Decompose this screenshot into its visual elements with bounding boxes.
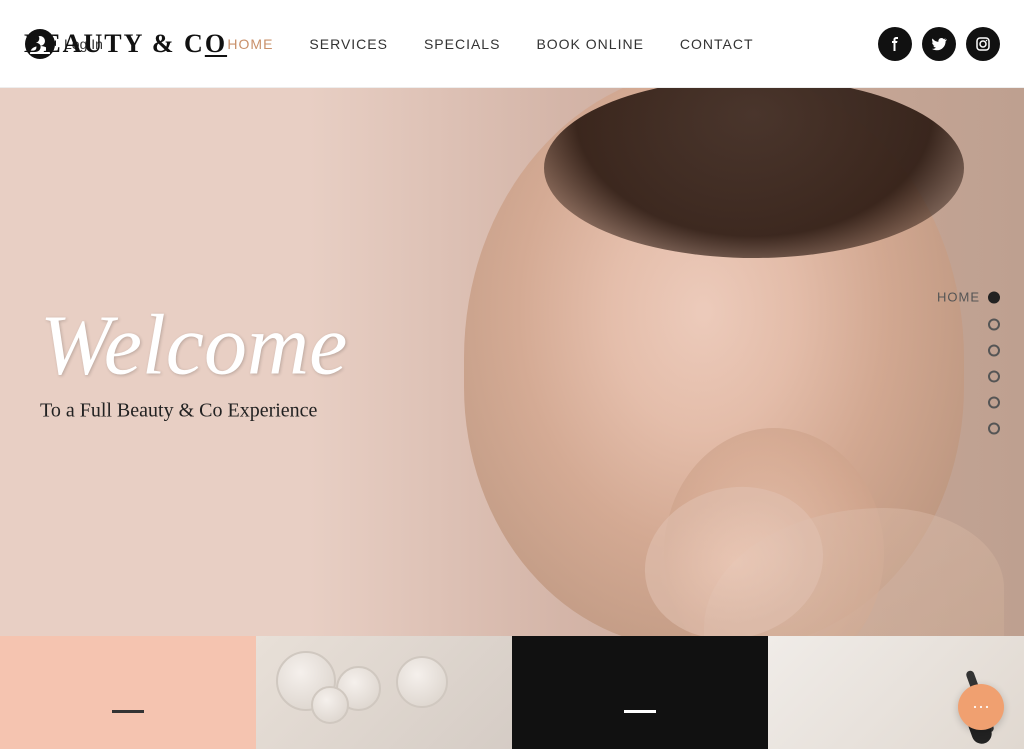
nav-contact[interactable]: CONTACT [680, 36, 754, 52]
stone-4 [311, 686, 349, 724]
hero-image [324, 88, 1024, 636]
facebook-icon[interactable] [878, 27, 912, 61]
side-dot-2[interactable] [988, 319, 1000, 331]
side-nav-home[interactable]: HOME [937, 290, 1000, 305]
chat-icon: ··· [972, 697, 990, 718]
strip-dash-1 [112, 710, 144, 713]
bottom-strip [0, 636, 1024, 749]
side-navigation: HOME [937, 290, 1000, 435]
main-nav: HOME SERVICES SPECIALS BOOK ONLINE CONTA… [227, 36, 753, 52]
strip-cell-1[interactable] [0, 636, 256, 749]
strip-dash-3 [624, 710, 656, 713]
side-nav-dot-5[interactable] [988, 397, 1000, 409]
side-dot-4[interactable] [988, 371, 1000, 383]
strip-cell-3[interactable] [512, 636, 768, 749]
hero-section: Welcome To a Full Beauty & Co Experience… [0, 88, 1024, 636]
side-nav-dot-2[interactable] [988, 319, 1000, 331]
instagram-icon[interactable] [966, 27, 1000, 61]
side-nav-dot-4[interactable] [988, 371, 1000, 383]
social-icons [878, 27, 1000, 61]
logo[interactable]: BEAUTY & Co [24, 29, 227, 59]
stone-3 [396, 656, 448, 708]
nav-specials[interactable]: SPECIALS [424, 36, 500, 52]
side-nav-dot-6[interactable] [988, 423, 1000, 435]
side-dot-3[interactable] [988, 345, 1000, 357]
nav-services[interactable]: SERVICES [309, 36, 388, 52]
logo-co: o [205, 29, 227, 58]
side-dot-5[interactable] [988, 397, 1000, 409]
strip-cell-2[interactable] [256, 636, 512, 749]
side-nav-dot-3[interactable] [988, 345, 1000, 357]
side-nav-label: HOME [937, 290, 980, 305]
side-dot-6[interactable] [988, 423, 1000, 435]
hero-welcome-text: Welcome [40, 302, 347, 388]
hero-content: Welcome To a Full Beauty & Co Experience [40, 302, 347, 423]
side-dot-1[interactable] [988, 291, 1000, 303]
chat-bubble-button[interactable]: ··· [958, 684, 1004, 730]
hero-subtitle: To a Full Beauty & Co Experience [40, 400, 347, 423]
logo-text: BEAUTY & Co [24, 29, 227, 58]
nav-home[interactable]: HOME [227, 36, 273, 52]
nav-book-online[interactable]: BOOK ONLINE [536, 36, 643, 52]
twitter-icon[interactable] [922, 27, 956, 61]
site-header: Log In HOME SERVICES SPECIALS BOOK ONLIN… [0, 0, 1024, 88]
